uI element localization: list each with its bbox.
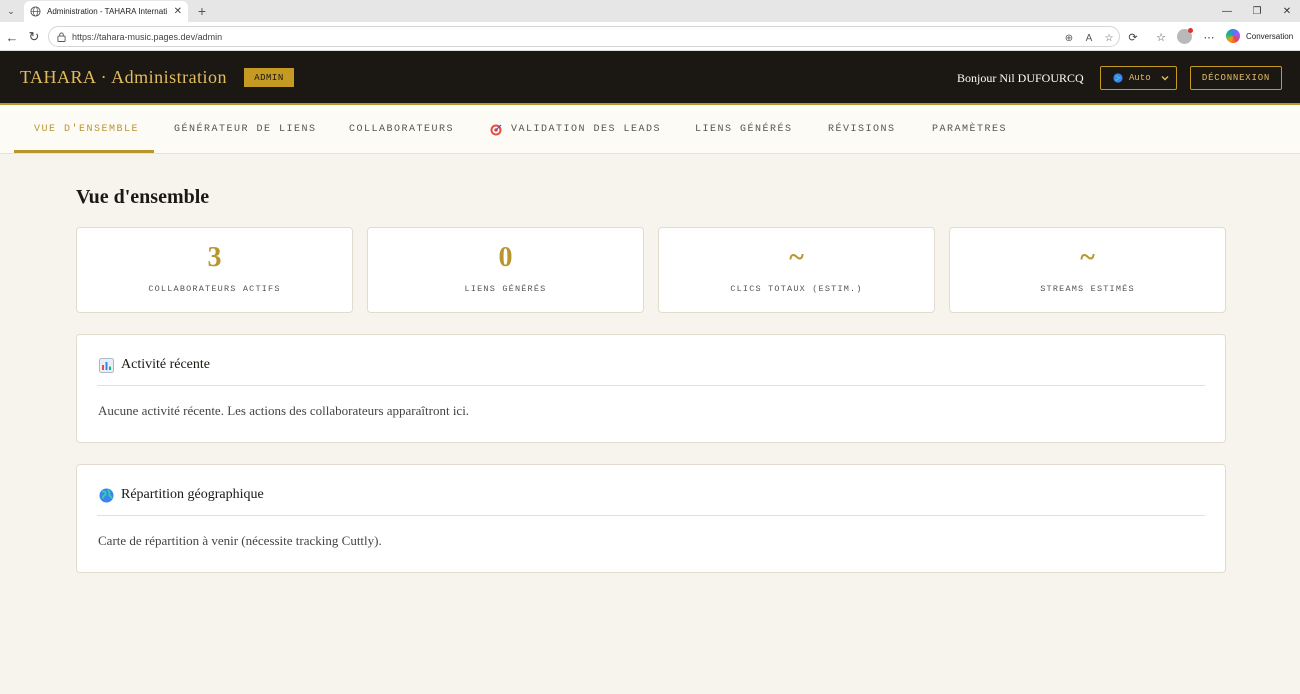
copilot-icon [1226, 29, 1240, 43]
panel-header: Répartition géographique [99, 487, 264, 503]
minimize-icon[interactable]: — [1212, 3, 1242, 19]
restore-icon[interactable]: ❐ [1242, 3, 1272, 19]
new-tab-plus-icon[interactable]: + [194, 2, 210, 20]
stat-value: ~ [1080, 242, 1095, 273]
bar-chart-icon [99, 357, 114, 373]
language-select[interactable]: Auto [1100, 66, 1177, 90]
page-title: Vue d'ensemble [76, 186, 210, 208]
browser-tabstrip: ⌄ Administration - TAHARA Internati ✕ + … [0, 0, 1300, 22]
more-options-icon[interactable]: ⋯ [1201, 29, 1217, 45]
main-nav: VUE D'ENSEMBLE GÉNÉRATEUR DE LIENS COLLA… [0, 105, 1300, 154]
copilot-button[interactable]: Conversation [1226, 29, 1293, 43]
stat-card-links: 0 LIENS GÉNÉRÉS [367, 227, 644, 313]
recent-activity-panel: Activité récente Aucune activité récente… [76, 334, 1226, 443]
divider [97, 385, 1205, 386]
language-value: Auto [1129, 73, 1151, 83]
app-header: TAHARA · Administration ADMIN Bonjour Ni… [0, 51, 1300, 105]
extensions-icon[interactable]: ⟳ [1125, 29, 1141, 45]
copilot-label: Conversation [1246, 31, 1294, 41]
url-bar[interactable]: https://tahara-music.pages.dev/admin ⊕ A… [48, 26, 1120, 47]
target-icon [490, 124, 502, 135]
active-tab-indicator [14, 150, 154, 153]
stat-label: LIENS GÉNÉRÉS [464, 284, 547, 294]
zoom-icon[interactable]: ⊕ [1062, 31, 1076, 45]
address-bar-row: ← ↻ https://tahara-music.pages.dev/admin… [0, 22, 1300, 51]
logout-button[interactable]: DÉCONNEXION [1190, 66, 1282, 90]
tab-lead-validation-label: VALIDATION DES LEADS [511, 124, 662, 135]
panel-title: Activité récente [121, 357, 211, 372]
panel-text: Aucune activité récente. Les actions des… [98, 403, 470, 418]
geographic-distribution-panel: Répartition géographique Carte de répart… [76, 464, 1226, 573]
stat-value: ~ [789, 242, 804, 273]
lock-icon [57, 32, 66, 42]
close-icon[interactable]: ✕ [174, 6, 182, 17]
panel-title: Répartition géographique [121, 487, 264, 502]
admin-badge: ADMIN [244, 68, 294, 87]
tab-actions-chevron-icon[interactable]: ⌄ [2, 2, 20, 20]
stat-value: 3 [207, 242, 222, 273]
stat-card-clicks: ~ CLICS TOTAUX (ESTIM.) [658, 227, 935, 313]
tab-overview[interactable]: VUE D'ENSEMBLE [34, 105, 139, 154]
url-text: https://tahara-music.pages.dev/admin [72, 31, 223, 42]
tab-collaborators[interactable]: COLLABORATEURS [349, 105, 454, 154]
globe-icon [30, 6, 41, 17]
tab-settings[interactable]: PARAMÈTRES [932, 105, 1007, 154]
panel-header: Activité récente [99, 357, 210, 373]
tab-lead-validation[interactable]: VALIDATION DES LEADS [490, 105, 661, 154]
divider [97, 515, 1205, 516]
read-aloud-icon[interactable]: A [1082, 31, 1096, 45]
notification-dot [1188, 28, 1193, 33]
browser-tab-title: Administration - TAHARA Internati [47, 7, 168, 16]
tab-revisions[interactable]: RÉVISIONS [828, 105, 896, 154]
globe-icon [1113, 73, 1123, 83]
back-arrow-icon[interactable]: ← [4, 29, 20, 45]
stat-card-collaborators: 3 COLLABORATEURS ACTIFS [76, 227, 353, 313]
stat-value: 0 [498, 242, 513, 273]
panel-text: Carte de répartition à venir (nécessite … [98, 533, 382, 548]
reload-icon[interactable]: ↻ [26, 29, 42, 45]
chevron-down-icon [1161, 76, 1169, 81]
stat-label: STREAMS ESTIMÉS [1040, 284, 1135, 294]
stat-label: CLICS TOTAUX (ESTIM.) [730, 284, 863, 294]
brand-title: TAHARA · Administration [20, 67, 228, 87]
tab-generated-links[interactable]: LIENS GÉNÉRÉS [695, 105, 793, 154]
favorite-star-icon[interactable]: ☆ [1102, 31, 1116, 45]
browser-tab-active[interactable]: Administration - TAHARA Internati ✕ [24, 1, 188, 22]
tab-link-generator[interactable]: GÉNÉRATEUR DE LIENS [174, 105, 317, 154]
favorites-icon[interactable]: ☆ [1153, 29, 1169, 45]
window-close-icon[interactable]: ✕ [1272, 3, 1300, 19]
stat-label: COLLABORATEURS ACTIFS [148, 284, 281, 294]
stat-card-streams: ~ STREAMS ESTIMÉS [949, 227, 1226, 313]
user-greeting: Bonjour Nil DUFOURCQ [957, 71, 1084, 85]
earth-globe-icon [99, 488, 114, 502]
